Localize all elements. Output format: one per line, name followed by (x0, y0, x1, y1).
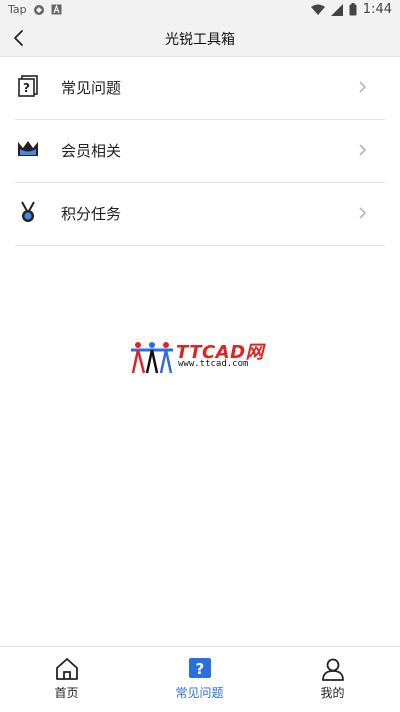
home-icon (55, 658, 78, 680)
status-time: 1:44 (362, 2, 392, 17)
app-a-icon (51, 4, 62, 15)
crown-icon (18, 141, 38, 156)
tab-label: 我的 (320, 686, 345, 700)
page-title: 光锐工具箱 (165, 32, 235, 48)
tab-label: 常见问题 (175, 686, 224, 700)
tab-label: 首页 (54, 686, 79, 700)
sync-icon (33, 4, 44, 15)
medal-icon (21, 201, 35, 222)
menu-item-label: 积分任务 (61, 205, 122, 223)
user-icon (321, 658, 344, 681)
tab-mine[interactable]: 我的 (266, 647, 399, 712)
menu-list: ? 常见问题 会员相关 积分任务 (0, 57, 400, 246)
status-left-text: Tap (8, 3, 27, 16)
menu-item-membership[interactable]: 会员相关 (15, 120, 385, 183)
signal-icon (330, 3, 343, 16)
status-bar: Tap 1:44 (0, 0, 400, 22)
menu-item-label: 会员相关 (61, 142, 122, 160)
ttcad-figures-icon (131, 342, 173, 374)
wifi-icon (310, 4, 325, 15)
menu-item-points-tasks[interactable]: 积分任务 (15, 183, 385, 246)
tab-home[interactable]: 首页 (0, 647, 133, 712)
faq-icon: ? (18, 75, 38, 97)
logo-url-text: www.ttcad.com (178, 359, 249, 369)
app-bar: 光锐工具箱 (0, 22, 400, 57)
menu-item-faq[interactable]: ? 常见问题 (15, 57, 385, 120)
chevron-right-icon (359, 144, 367, 156)
battery-icon (349, 3, 357, 16)
question-icon: ? (188, 658, 211, 678)
chevron-right-icon (359, 81, 367, 93)
chevron-right-icon (359, 207, 367, 219)
ttcad-logo: TTCAD网 www.ttcad.com (130, 338, 270, 374)
svg-text:?: ? (195, 660, 204, 678)
bottom-tab-bar: 首页 ? 常见问题 我的 (0, 646, 400, 712)
svg-text:?: ? (23, 81, 30, 95)
tab-faq[interactable]: ? 常见问题 (133, 647, 266, 712)
menu-item-label: 常见问题 (61, 79, 122, 97)
